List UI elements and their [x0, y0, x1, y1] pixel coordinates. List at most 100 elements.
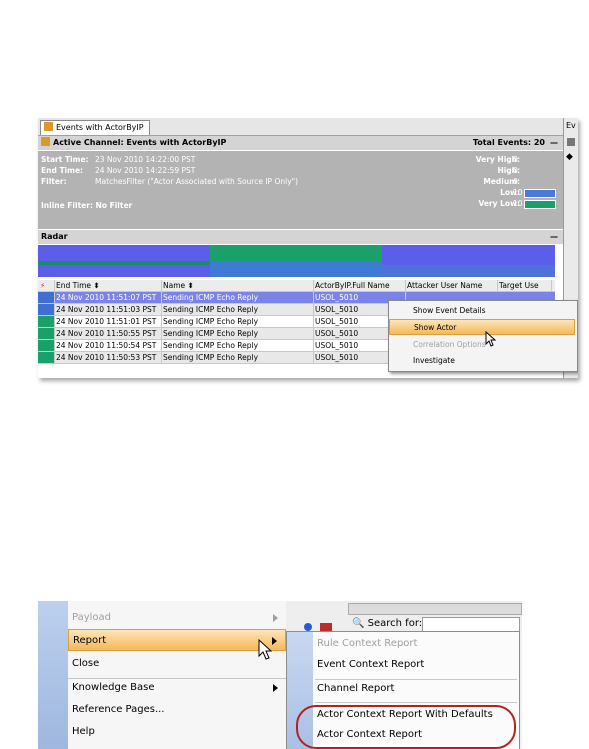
tab-label: Events with ActorByIP: [56, 123, 144, 132]
start-time-row: Start Time: 23 Nov 2010 14:22:00 PST: [41, 155, 195, 164]
severity-very-high: Very High: 0: [438, 155, 558, 166]
channel-summary-panel: Start Time: 23 Nov 2010 14:22:00 PST End…: [38, 151, 563, 229]
filter-value: MatchesFilter ("Actor Associated with So…: [95, 177, 299, 186]
channel-title: Active Channel: Events with ActorByIP: [53, 138, 227, 147]
menu-item-label: Knowledge Base: [72, 682, 155, 693]
severity-value: 0: [513, 177, 518, 186]
search-icon: 🔍: [352, 618, 365, 629]
severity-medium: Medium: 0: [438, 177, 558, 188]
mouse-cursor-icon: [485, 331, 497, 347]
menu-item-close[interactable]: Close: [68, 653, 286, 675]
search-row: 🔍 Search for:: [352, 618, 422, 629]
menu-item-report[interactable]: Report: [68, 629, 286, 651]
menu-item-label: Close: [72, 658, 100, 669]
tab-bar: Events with ActorByIP: [38, 118, 563, 136]
end-time-value: 24 Nov 2010 14:22:59 PST: [95, 166, 196, 175]
row-name: Sending ICMP Echo Reply: [161, 292, 314, 303]
end-time-row: End Time: 24 Nov 2010 14:22:59 PST: [41, 166, 195, 175]
priority-column-icon[interactable]: ⚡: [38, 280, 55, 291]
menu-item-label: Payload: [72, 612, 111, 623]
active-channel-screenshot: Events with ActorByIP Ev ◆ Active Channe…: [38, 118, 578, 378]
radar-segment: [210, 245, 382, 261]
severity-value: 10: [513, 199, 523, 208]
column-name[interactable]: Name ⬍: [161, 280, 314, 291]
severity-swatch: [38, 316, 55, 327]
menu-item-channel-report[interactable]: Channel Report: [317, 679, 517, 699]
menu-item-rule-context-report[interactable]: Rule Context Report: [317, 634, 517, 654]
menu-item-help[interactable]: Help: [68, 721, 286, 743]
menu-item-knowledge-base[interactable]: Knowledge Base: [68, 677, 286, 699]
column-target-user[interactable]: Target Use: [497, 280, 552, 291]
menu-item-investigate[interactable]: Investigate: [389, 353, 575, 369]
menu-item-correlation-options[interactable]: Correlation Options: [389, 337, 575, 353]
context-menu-primary: Payload Report Close Knowledge Base Refe…: [68, 601, 286, 749]
severity-swatch: [38, 292, 55, 303]
severity-swatch: [38, 304, 55, 315]
tab-events-with-actorbyip[interactable]: Events with ActorByIP: [40, 120, 150, 135]
submenu-arrow-icon: [273, 684, 278, 692]
column-actor-full-name[interactable]: ActorByIP.Full Name: [313, 280, 406, 291]
search-label: Search for:: [367, 618, 423, 629]
inline-filter: Inline Filter: No Filter: [41, 201, 133, 210]
info-icon[interactable]: [304, 623, 312, 631]
severity-swatch: [38, 328, 55, 339]
collapse-icon[interactable]: —: [550, 136, 558, 150]
menu-item-label: Reference Pages...: [72, 704, 165, 715]
toolbar-icon[interactable]: [320, 623, 332, 631]
row-name: Sending ICMP Echo Reply: [161, 328, 314, 339]
severity-value: 10: [513, 188, 523, 197]
column-end-time[interactable]: End Time ⬍: [54, 280, 162, 291]
menu-item-show-actor[interactable]: Show Actor: [389, 319, 575, 335]
row-time: 24 Nov 2010 11:50:53 PST: [54, 352, 162, 363]
start-time-value: 23 Nov 2010 14:22:00 PST: [95, 155, 196, 164]
total-events: Total Events: 20: [472, 138, 545, 147]
toolbar-area: 🔍 Search for:: [286, 601, 522, 633]
right-tab-glimpse[interactable]: Ev: [566, 121, 576, 130]
severity-swatch: [38, 340, 55, 351]
low-swatch: [524, 189, 556, 198]
menu-icon-strip: [38, 601, 68, 749]
column-attacker-user-name[interactable]: Attacker User Name: [405, 280, 498, 291]
severity-value: 0: [513, 155, 518, 164]
tab-strip: [348, 603, 522, 615]
severity-swatch: [38, 352, 55, 363]
severity-high: High: 0: [438, 166, 558, 177]
menu-item-payload[interactable]: Payload: [68, 607, 286, 629]
context-menu: Show Event Details Show Actor Correlatio…: [388, 300, 578, 372]
channel-icon: [44, 122, 53, 131]
menu-item-label: Help: [72, 726, 95, 737]
row-time: 24 Nov 2010 11:50:55 PST: [54, 328, 162, 339]
menu-item-reference-pages[interactable]: Reference Pages...: [68, 699, 286, 721]
row-time: 24 Nov 2010 11:51:01 PST: [54, 316, 162, 327]
row-time: 24 Nov 2010 11:51:07 PST: [54, 292, 162, 303]
radar-header: Radar —: [38, 230, 563, 244]
end-time-label: End Time:: [41, 166, 84, 175]
radar-segment: [382, 265, 555, 277]
grid-icon[interactable]: [567, 138, 575, 146]
report-menu-screenshot: Payload Report Close Knowledge Base Refe…: [38, 601, 522, 749]
row-name: Sending ICMP Echo Reply: [161, 340, 314, 351]
channel-header-icon: [41, 137, 50, 146]
channel-header: Active Channel: Events with ActorByIP To…: [38, 136, 563, 150]
menu-item-event-context-report[interactable]: Event Context Report: [317, 655, 517, 675]
severity-low: Low: 10: [438, 188, 558, 199]
radar-collapse-icon[interactable]: —: [550, 230, 558, 244]
severity-value: 0: [513, 166, 518, 175]
radar-chart: [38, 245, 555, 277]
radar-segment: [38, 261, 210, 265]
radar-segment: [382, 245, 555, 265]
severity-very-low: Very Low: 10: [438, 199, 558, 210]
row-time: 24 Nov 2010 11:51:03 PST: [54, 304, 162, 315]
diamond-icon[interactable]: ◆: [566, 152, 573, 162]
menu-divider: [315, 702, 517, 703]
grid-header-row: ⚡ End Time ⬍ Name ⬍ ActorByIP.Full Name …: [38, 280, 555, 292]
row-name: Sending ICMP Echo Reply: [161, 352, 314, 363]
filter-label: Filter:: [41, 177, 67, 186]
menu-item-show-event-details[interactable]: Show Event Details: [389, 303, 575, 319]
very-low-swatch: [524, 200, 556, 209]
radar-segment: [210, 261, 382, 277]
row-name: Sending ICMP Echo Reply: [161, 304, 314, 315]
row-name: Sending ICMP Echo Reply: [161, 316, 314, 327]
start-time-label: Start Time:: [41, 155, 89, 164]
mouse-cursor-icon: [258, 639, 273, 660]
